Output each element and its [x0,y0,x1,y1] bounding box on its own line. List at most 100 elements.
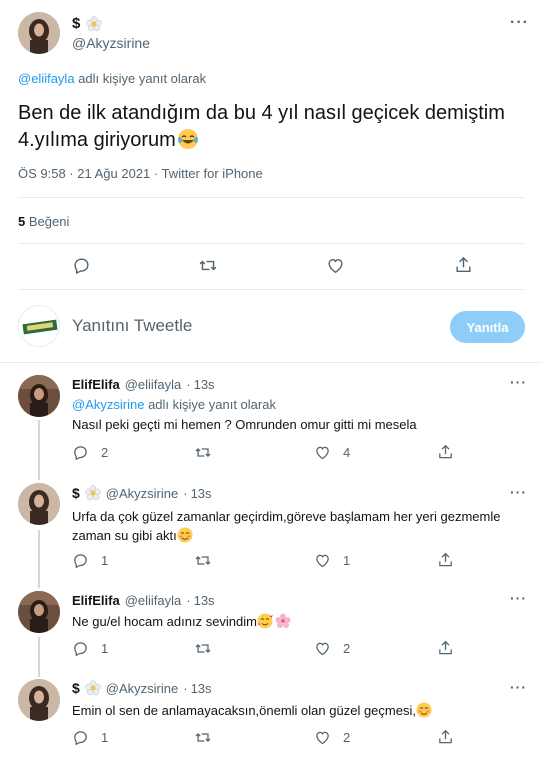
like-button[interactable]: 4 [314,444,350,461]
retweet-button[interactable] [194,444,212,461]
retweet-icon [195,556,211,565]
hearts-face-emoji-icon [257,613,273,629]
reply-icon [74,554,87,569]
reply-icon [74,731,87,746]
reply-to-handle-link[interactable]: @eliifayla [18,71,75,86]
thread-connector [38,530,40,588]
reply-handle[interactable]: @Akyzsirine [106,681,178,696]
reply-time[interactable]: 13s [191,486,212,501]
tweet-text-line: 4.yılıma giriyorum [18,127,533,154]
cherry-blossom-emoji-icon [275,613,291,629]
retweet-icon [195,733,211,742]
author-display-name[interactable]: $ [72,15,80,32]
heart-icon [316,731,329,745]
more-options-icon[interactable]: ··· [510,679,527,695]
compose-input[interactable]: Yanıtını Tweetle [72,316,192,336]
author-avatar[interactable] [18,12,60,54]
reply-display-name[interactable]: $ [72,485,80,501]
divider [18,289,524,290]
reply-time[interactable]: 13s [191,681,212,696]
reply-count: 1 [101,641,109,656]
reply-button[interactable] [72,256,91,275]
thread-connector [38,637,40,677]
like-count: 2 [343,730,351,745]
more-options-icon[interactable]: ··· [510,374,527,390]
share-icon [439,552,452,567]
retweet-button[interactable] [194,729,212,746]
reply-avatar[interactable] [18,679,60,721]
heart-icon [316,642,329,656]
reply-icon [74,258,89,275]
like-count: 1 [343,553,351,568]
smiling-blush-emoji-icon [416,702,432,718]
reply-to-handle-link[interactable]: @Akyzsirine [72,397,144,412]
dot-separator: · [186,377,191,392]
heart-icon [316,446,329,460]
reply-time[interactable]: 13s [194,593,215,608]
share-icon [456,256,471,273]
like-button[interactable] [326,256,345,275]
reply-text: Nasıl peki geçti mi hemen ? Omrunden omu… [72,417,417,432]
tweet-text-line: Ben de ilk atandığım da bu 4 yıl nasıl g… [18,102,505,124]
reply-text: Ne gu/el hocam adınız sevindim [72,613,291,629]
divider [18,243,524,244]
reply-text-line: zaman su gibi aktı [72,526,527,545]
reply-avatar[interactable] [18,483,60,525]
divider [18,197,524,198]
flower-emoji-icon [85,485,101,501]
likes-count: 5 [18,214,26,229]
flower-emoji-icon [85,680,101,696]
retweet-button[interactable] [194,640,212,657]
reply-display-name[interactable]: ElifElifa [72,593,120,608]
more-options-icon[interactable]: ··· [510,484,527,500]
share-button[interactable] [437,639,454,657]
reply-context-text: adlı kişiye yanıt olarak [78,71,207,86]
reply-submit-button[interactable]: Yanıtla [450,311,525,343]
more-options-icon[interactable]: ··· [510,14,529,32]
like-count: 4 [343,445,351,460]
reply-button[interactable]: 2 [72,444,108,461]
reply-avatar[interactable] [18,375,60,417]
dot-separator: · [183,680,188,696]
share-button[interactable] [437,551,454,569]
reply-context-text: adlı kişiye yanıt olarak [148,397,276,412]
reply-display-name[interactable]: $ [72,680,80,696]
like-button[interactable]: 2 [314,640,350,657]
heart-icon [316,554,329,568]
reply-count: 1 [101,730,109,745]
reply-handle[interactable]: @eliifayla [125,377,182,392]
flower-emoji-icon [86,15,103,32]
divider [0,362,542,363]
reply-handle[interactable]: @eliifayla [125,593,182,608]
reply-display-name[interactable]: ElifElifa [72,377,120,392]
share-icon [439,640,452,655]
retweet-button[interactable] [198,256,218,275]
reply-button[interactable]: 1 [72,729,108,746]
retweet-button[interactable] [194,552,212,569]
reply-count: 2 [101,445,109,460]
likes-summary[interactable]: 5 Beğeni [18,214,69,229]
reply-handle[interactable]: @Akyzsirine [106,486,178,501]
like-button[interactable]: 2 [314,729,350,746]
smiling-blush-emoji-icon [177,527,193,543]
reply-button[interactable]: 1 [72,640,108,657]
like-button[interactable]: 1 [314,552,350,569]
reply-time[interactable]: 13s [194,377,215,392]
reply-text-fragment: Ne gu/el hocam adınız sevindim [72,614,257,629]
tweet-timestamp[interactable]: ÖS 9:58 · 21 Ağu 2021 · Twitter for iPho… [18,166,263,181]
dot-separator: · [183,485,188,501]
reply-text: Emin ol sen de anlamayacaksın,önemli ola… [72,702,432,718]
reply-avatar[interactable] [18,591,60,633]
author-handle[interactable]: @Akyzsirine [72,35,150,51]
more-options-icon[interactable]: ··· [510,590,527,606]
reply-text: Urfa da çok güzel zamanlar geçirdim,göre… [72,507,527,545]
reply-button[interactable]: 1 [72,552,108,569]
share-button[interactable] [437,443,454,461]
share-button[interactable] [454,255,473,275]
share-icon [439,729,452,744]
share-button[interactable] [437,728,454,746]
reply-context: @eliifayla adlı kişiye yanıt olarak [18,71,206,86]
current-user-avatar[interactable] [18,305,60,347]
dot-separator: · [186,593,191,608]
reply-icon [74,446,87,461]
